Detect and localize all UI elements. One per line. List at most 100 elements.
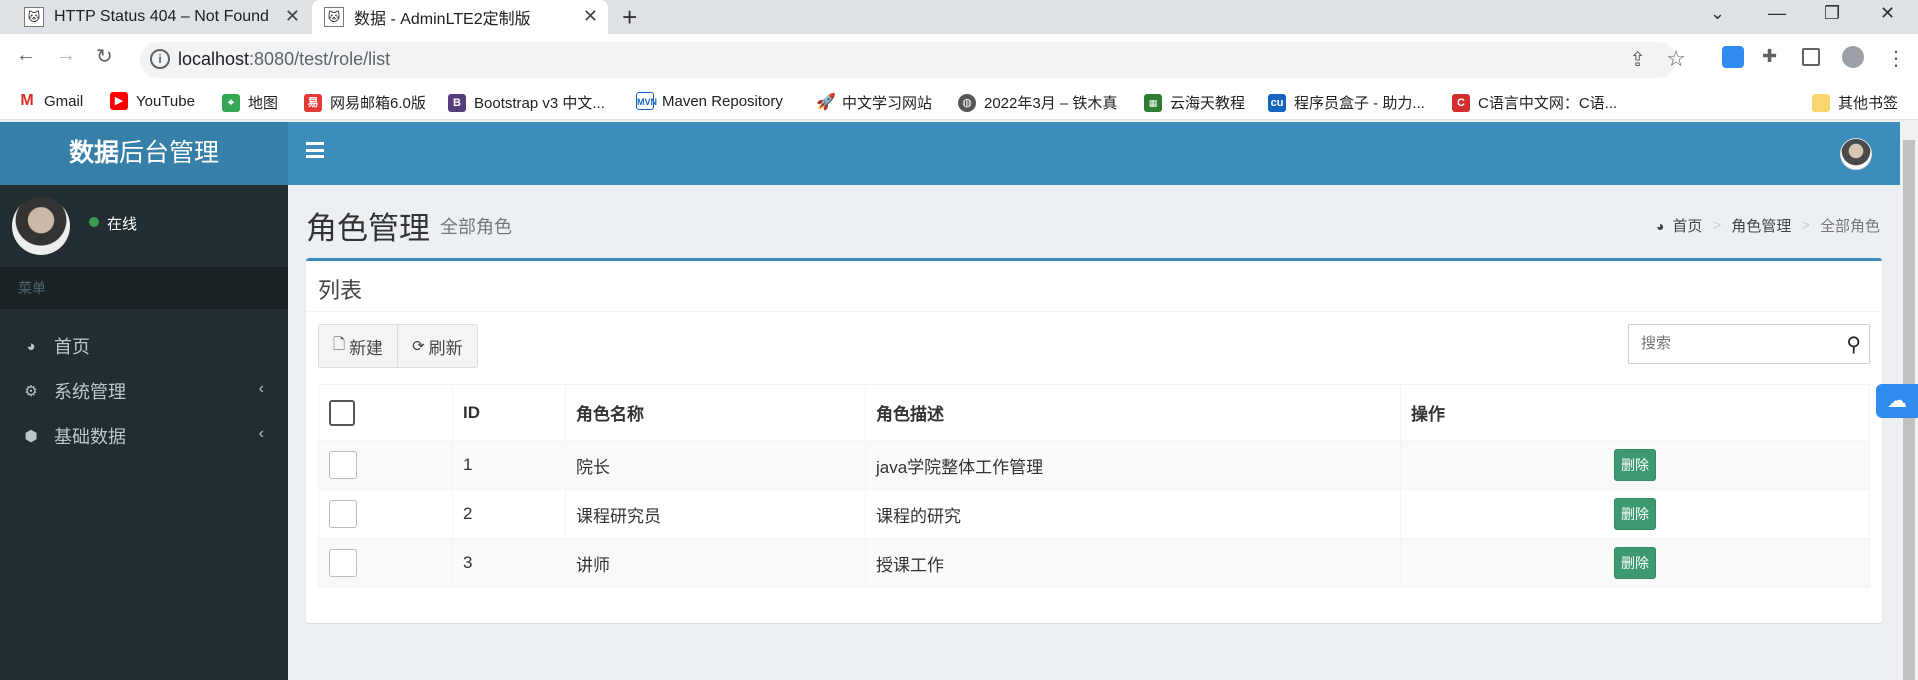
page-subtitle: 全部角色 xyxy=(440,217,512,237)
refresh-button[interactable]: ⟳ 刷新 xyxy=(397,325,477,367)
profile-icon[interactable] xyxy=(1842,46,1864,68)
url-text[interactable]: localhost:8080/test/role/list xyxy=(178,49,390,70)
row-checkbox[interactable] xyxy=(329,500,357,528)
share-icon[interactable]: ⇪ xyxy=(1629,47,1646,72)
bookmark-bootstrap[interactable]: B Bootstrap v3 中文... xyxy=(448,92,605,113)
col-header-name[interactable]: 角色名称 xyxy=(565,384,866,441)
forward-icon[interactable]: → xyxy=(56,44,76,67)
user-avatar-top[interactable] xyxy=(1840,138,1872,170)
bookmark-gmail[interactable]: M Gmail xyxy=(18,92,83,110)
bookmark-label: 地图 xyxy=(248,95,279,112)
bookmark-netease[interactable]: 易网易邮箱6.0版 xyxy=(304,92,426,113)
col-header-desc[interactable]: 角色描述 xyxy=(865,384,1401,441)
url-path: :8080/test/role/list xyxy=(249,49,391,69)
netease-icon: 易 xyxy=(304,93,322,112)
search-box: ⚲ xyxy=(1628,324,1870,364)
bookmark-other[interactable]: 其他书签 xyxy=(1812,92,1898,113)
delete-button[interactable]: 删除 xyxy=(1614,449,1656,481)
info-icon[interactable]: i xyxy=(150,49,170,69)
sidebar-item-basic-data[interactable]: ⬢ 基础数据 ‹ xyxy=(0,409,288,463)
bookmark-programmer-box[interactable]: cu 程序员盒子 - 助力... xyxy=(1268,92,1425,113)
yunhaitian-icon: ▦ xyxy=(1144,93,1162,112)
bookmark-star-icon[interactable]: ☆ xyxy=(1666,46,1686,72)
role-desc: java学院整体工作管理 xyxy=(865,440,1401,490)
new-tab-button[interactable]: + xyxy=(622,2,637,33)
bootstrap-icon: B xyxy=(448,93,466,112)
new-button[interactable]: 🗋 新建 xyxy=(319,325,397,367)
reload-icon[interactable]: ↻ xyxy=(96,44,113,69)
close-tab-icon[interactable]: ✕ xyxy=(285,6,300,27)
new-button-label: 新建 xyxy=(349,338,384,358)
bookmark-c-language[interactable]: C C语言中文网：C语... xyxy=(1452,92,1617,113)
breadcrumb: ◕ 首页 > 角色管理 > 全部角色 xyxy=(1656,215,1880,236)
row-select-cell xyxy=(318,538,453,588)
breadcrumb-separator: > xyxy=(1712,217,1722,234)
folder-icon xyxy=(1812,93,1830,112)
breadcrumb-current: 全部角色 xyxy=(1819,218,1880,235)
url-bar[interactable]: i localhost:8080/test/role/list ⇪ ☆ xyxy=(140,42,1686,78)
role-id: 2 xyxy=(452,489,566,539)
cu-icon: cu xyxy=(1268,93,1286,112)
side-panel-icon[interactable] xyxy=(1802,48,1820,66)
breadcrumb-role[interactable]: 角色管理 xyxy=(1731,215,1791,236)
role-name: 院长 xyxy=(565,440,866,490)
bookmark-youtube[interactable]: ▶ YouTube xyxy=(110,92,195,110)
row-checkbox[interactable] xyxy=(329,451,357,479)
extensions-puzzle-icon[interactable]: ✚ xyxy=(1762,46,1784,68)
bookmark-tiemuzhen[interactable]: ◍ 2022年3月 – 铁木真 xyxy=(958,92,1117,113)
box-divider xyxy=(306,311,1882,312)
app-logo[interactable]: 数据后台管理 xyxy=(0,122,288,185)
close-window-icon[interactable]: ✕ xyxy=(1880,3,1895,24)
chevron-left-icon: ‹ xyxy=(258,425,264,442)
bookmark-chinese-study[interactable]: 🚀 中文学习网站 xyxy=(816,92,932,113)
maps-icon: ⌖ xyxy=(222,93,240,112)
url-host: localhost xyxy=(178,49,250,69)
browser-tab-active[interactable]: 🐱 数据 - AdminLTE2定制版 ✕ xyxy=(312,0,608,34)
c-icon: C xyxy=(1452,93,1470,112)
tomcat-icon: 🐱 xyxy=(24,7,44,27)
baidu-netdisk-icon[interactable]: ☁ xyxy=(1876,384,1918,418)
rocket-icon: 🚀 xyxy=(816,93,836,112)
browser-tab-bar: 🐱 HTTP Status 404 – Not Found ✕ 🐱 数据 - A… xyxy=(0,0,1918,34)
sidebar-toggle-icon[interactable] xyxy=(306,142,324,158)
col-header-id[interactable]: ID xyxy=(452,384,566,441)
menu-kebab-icon[interactable]: ⋮ xyxy=(1886,46,1908,70)
action-cell: 删除 xyxy=(1400,440,1870,490)
close-tab-icon[interactable]: ✕ xyxy=(583,6,598,27)
table-row: 2 课程研究员 课程的研究 删除 xyxy=(318,489,1870,539)
role-name: 讲师 xyxy=(565,538,866,588)
page-title: 角色管理 xyxy=(306,211,430,246)
tab-title: HTTP Status 404 – Not Found xyxy=(54,8,269,25)
select-all-checkbox[interactable] xyxy=(329,399,355,426)
maven-icon: MVN xyxy=(636,92,657,110)
breadcrumb-home[interactable]: 首页 xyxy=(1672,215,1702,236)
tab-search-icon[interactable]: ⌄ xyxy=(1710,3,1725,24)
bookmark-maven[interactable]: MVN Maven Repository xyxy=(636,92,783,110)
row-checkbox[interactable] xyxy=(329,549,357,577)
back-icon[interactable]: ← xyxy=(16,44,36,67)
restore-icon[interactable]: ❐ xyxy=(1824,3,1840,24)
role-id: 1 xyxy=(452,440,566,490)
refresh-icon: ⟳ xyxy=(412,338,425,355)
role-desc: 授课工作 xyxy=(865,538,1401,588)
menu-header: 菜单 xyxy=(0,267,288,309)
minimize-icon[interactable]: — xyxy=(1768,3,1786,24)
table-header-row: ID 角色名称 角色描述 操作 xyxy=(318,384,1870,441)
breadcrumb-separator: > xyxy=(1801,217,1810,234)
gmail-icon: M xyxy=(18,92,36,110)
refresh-button-label: 刷新 xyxy=(428,338,463,358)
box-title: 列表 xyxy=(318,278,363,303)
row-select-cell xyxy=(318,440,453,490)
extension-blue-icon[interactable] xyxy=(1722,46,1744,68)
search-icon[interactable]: ⚲ xyxy=(1846,332,1861,357)
bookmark-maps[interactable]: ⌖ 地图 xyxy=(222,92,278,113)
delete-button[interactable]: 删除 xyxy=(1614,547,1656,579)
user-panel: 在线 xyxy=(0,185,288,265)
browser-tab-404[interactable]: 🐱 HTTP Status 404 – Not Found ✕ xyxy=(10,0,310,34)
bookmark-label: 程序员盒子 - 助力... xyxy=(1294,95,1425,112)
dashboard-icon: ◕ xyxy=(1655,217,1665,234)
list-box: 列表 🗋新建 ⟳刷新 ⚲ ID 角色名称 角色描述 操作 xyxy=(306,258,1882,623)
search-input[interactable] xyxy=(1629,325,1829,361)
bookmark-yunhaitian[interactable]: ▦ 云海天教程 xyxy=(1144,92,1245,113)
delete-button[interactable]: 删除 xyxy=(1614,498,1656,530)
